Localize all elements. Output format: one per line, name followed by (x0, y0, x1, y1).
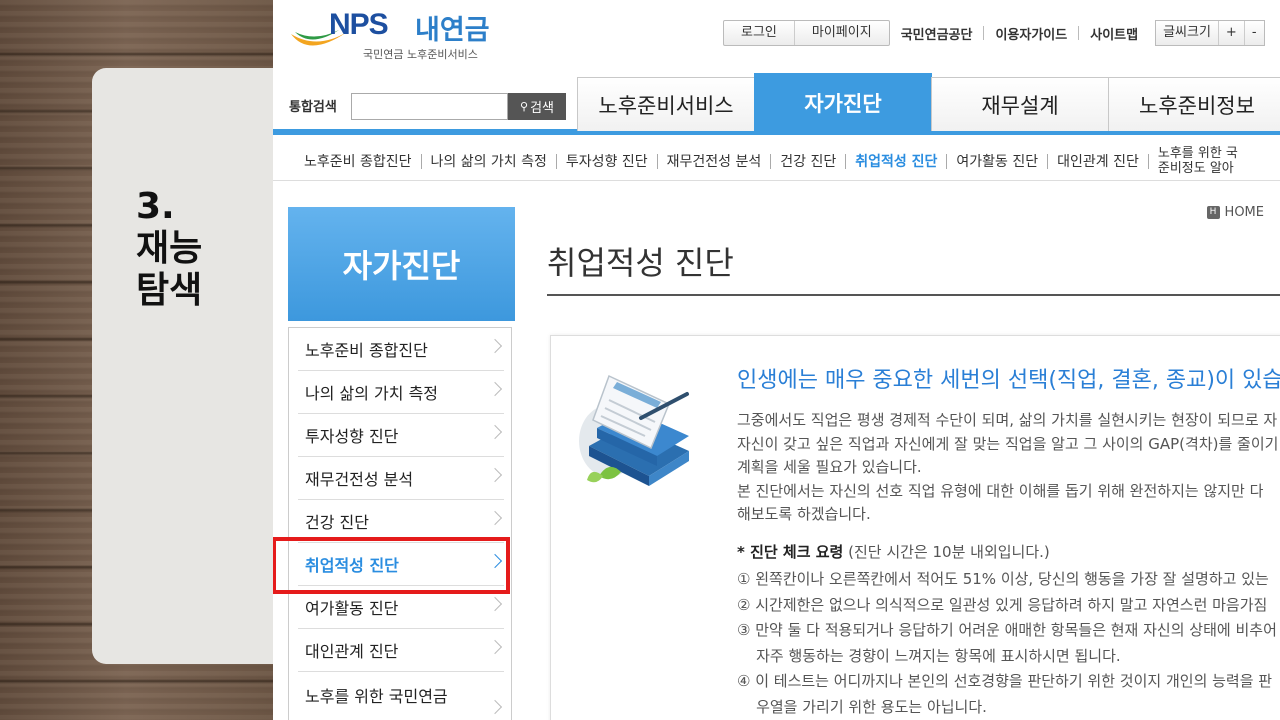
font-size-label: 글씨크기 (1156, 21, 1219, 45)
subnav-item-relationships[interactable]: 대인관계 진단 (1048, 151, 1148, 171)
chevron-right-icon (487, 381, 503, 397)
subnav-pension-line1: 노후를 위한 국 (1157, 146, 1238, 161)
chevron-right-icon (487, 510, 503, 526)
tab-retirement-service[interactable]: 노후준비서비스 (577, 77, 755, 131)
side-menu-item-label: 나의 삶의 가치 측정 (305, 384, 439, 403)
side-menu-item-label: 여가활동 진단 (305, 599, 399, 618)
check-guide-item: ④ 이 테스트는 어디까지나 본인의 선호경향을 판단하기 위한 것이지 개인의… (737, 672, 1273, 690)
check-guide-title: * 진단 체크 요령 (진단 시간은 10분 내외입니다.) (737, 541, 1050, 562)
highlight-box (273, 537, 510, 594)
subnav-item-pension[interactable]: 노후를 위한 국 준비정도 알아 (1149, 146, 1238, 176)
login-link[interactable]: 로그인 (724, 21, 795, 45)
subnav-item-health[interactable]: 건강 진단 (771, 151, 845, 171)
side-menu-item-pension[interactable]: 노후를 위한 국민연금 (298, 672, 504, 720)
check-guide-item: 자주 행동하는 경향이 느껴지는 항목에 표시하시면 됩니다. (737, 646, 1121, 665)
intro-line: 계획을 세울 필요가 있습니다. (737, 458, 922, 476)
tab-self-diagnosis[interactable]: 자가진단 (754, 73, 932, 131)
chevron-right-icon (487, 424, 503, 440)
check-guide-item: ① 왼쪽칸이나 오른쪽칸에서 적어도 51% 이상, 당신의 행동을 가장 잘 … (737, 570, 1269, 588)
side-menu-item-label: 재무건전성 분석 (305, 470, 414, 489)
home-icon: H (1206, 206, 1220, 219)
chevron-right-icon (487, 699, 503, 715)
website-screenshot: NPS 내연금 국민연금 노후준비서비스 로그인 마이페이지 국민연금공단 이용… (273, 0, 1280, 720)
check-guide-item: ③ 만약 둘 다 적용되거나 응답하기 어려운 애매한 항목들은 현재 자신의 … (737, 621, 1277, 639)
slide-title: 3. 재능 탐색 (136, 186, 203, 311)
logo-brand: NPS (329, 8, 389, 41)
search-icon: ⚲ (520, 101, 529, 113)
side-menu-item-life-value[interactable]: 나의 삶의 가치 측정 (298, 371, 504, 414)
tab-financial-planning[interactable]: 재무설계 (931, 77, 1109, 131)
intro-line: 해보도록 하겠습니다. (737, 505, 871, 523)
sub-navigation: 노후준비 종합진단 나의 삶의 가치 측정 투자성향 진단 재무건전성 분석 건… (295, 146, 1238, 176)
intro-headline: 인생에는 매우 중요한 세번의 선택(직업, 결혼, 종교)이 있습니다 (737, 368, 1280, 393)
side-menu: 노후준비 종합진단 나의 삶의 가치 측정 투자성향 진단 재무건전성 분석 건… (288, 327, 512, 720)
subnav-pension-line2: 준비정도 알아 (1157, 161, 1234, 176)
side-menu-item-label: 노후를 위한 국민연금 (305, 687, 448, 706)
divider (273, 180, 1280, 181)
search-label: 통합검색 (289, 100, 337, 115)
font-decrease-button[interactable]: - (1245, 21, 1264, 45)
utility-bar: 로그인 마이페이지 국민연금공단 이용자가이드 사이트맵 글씨크기 + - (723, 20, 1265, 46)
chevron-right-icon (487, 467, 503, 483)
slide-card (92, 68, 292, 664)
subnav-item-investment[interactable]: 투자성향 진단 (557, 151, 657, 171)
side-menu-title: 자가진단 (288, 207, 515, 321)
breadcrumb-home: HOME (1224, 205, 1264, 220)
search-button-label: 검색 (530, 100, 554, 115)
side-menu-item-financial[interactable]: 재무건전성 분석 (298, 457, 504, 500)
font-size-control: 글씨크기 + - (1155, 20, 1265, 46)
search-input[interactable] (351, 93, 508, 120)
intro-line: 자신이 갖고 싶은 직업과 자신에게 잘 맞는 직업을 알고 그 사이의 GAP… (737, 434, 1279, 453)
main-tabs: 노후준비서비스 자가진단 재무설계 노후준비정보 (577, 73, 1280, 131)
logo-subtitle: 국민연금 노후준비서비스 (363, 48, 478, 61)
side-menu-item-comprehensive[interactable]: 노후준비 종합진단 (298, 328, 504, 371)
subnav-item-employment[interactable]: 취업적성 진단 (846, 151, 946, 171)
side-menu-item-label: 대인관계 진단 (305, 642, 399, 661)
side-menu-item-label: 투자성향 진단 (305, 427, 399, 446)
sitemap-link[interactable]: 사이트맵 (1079, 24, 1149, 43)
subnav-item-comprehensive[interactable]: 노후준비 종합진단 (295, 151, 421, 171)
chevron-right-icon (487, 639, 503, 655)
mypage-link[interactable]: 마이페이지 (795, 21, 889, 45)
chevron-right-icon (487, 596, 503, 612)
site-logo[interactable]: NPS 내연금 국민연금 노후준비서비스 (289, 6, 499, 64)
page-title: 취업적성 진단 (547, 244, 734, 282)
account-links: 로그인 마이페이지 (723, 20, 890, 46)
search-button[interactable]: ⚲ 검색 (508, 93, 566, 120)
check-guide-list: ① 왼쪽칸이나 오른쪽칸에서 적어도 51% 이상, 당신의 행동을 가장 잘 … (737, 567, 1277, 720)
intro-line: 본 진단에서는 자신의 선호 직업 유형에 대한 이해를 돕기 위해 완전하지는… (737, 481, 1264, 500)
subnav-item-life-value[interactable]: 나의 삶의 가치 측정 (422, 151, 556, 171)
side-menu-item-relationships[interactable]: 대인관계 진단 (298, 629, 504, 672)
check-guide-item: ② 시간제한은 없으나 의식적으로 일관성 있게 응답하려 하지 말고 자연스런… (737, 595, 1268, 614)
chevron-right-icon (487, 338, 503, 354)
nps-link[interactable]: 국민연금공단 (890, 24, 984, 43)
intro-panel: 인생에는 매우 중요한 세번의 선택(직업, 결혼, 종교)이 있습니다 그중에… (550, 335, 1280, 720)
tab-retirement-info[interactable]: 노후준비정보 (1108, 77, 1280, 131)
intro-line: 그중에서도 직업은 평생 경제적 수단이 되며, 삶의 가치를 실현시키는 현장… (737, 411, 1278, 429)
intro-paragraph: 그중에서도 직업은 평생 경제적 수단이 되며, 삶의 가치를 실현시키는 현장… (737, 409, 1278, 527)
check-guide-note: (진단 시간은 10분 내외입니다.) (848, 543, 1050, 561)
subnav-item-leisure[interactable]: 여가활동 진단 (947, 151, 1047, 171)
font-increase-button[interactable]: + (1219, 21, 1245, 45)
side-menu-item-label: 노후준비 종합진단 (305, 341, 428, 360)
side-menu-item-label: 건강 진단 (305, 513, 369, 532)
logo-brand-kr: 내연금 (415, 15, 490, 46)
check-guide-heading: * 진단 체크 요령 (737, 543, 844, 561)
check-guide-item: 우열을 가리기 위한 용도는 아닙니다. (737, 697, 987, 716)
side-menu-item-investment[interactable]: 투자성향 진단 (298, 414, 504, 457)
title-underline (547, 294, 1280, 296)
subnav-item-financial[interactable]: 재무건전성 분석 (658, 151, 771, 171)
breadcrumb[interactable]: H HOME (1206, 205, 1264, 220)
books-document-icon (579, 374, 689, 486)
guide-link[interactable]: 이용자가이드 (984, 24, 1078, 43)
